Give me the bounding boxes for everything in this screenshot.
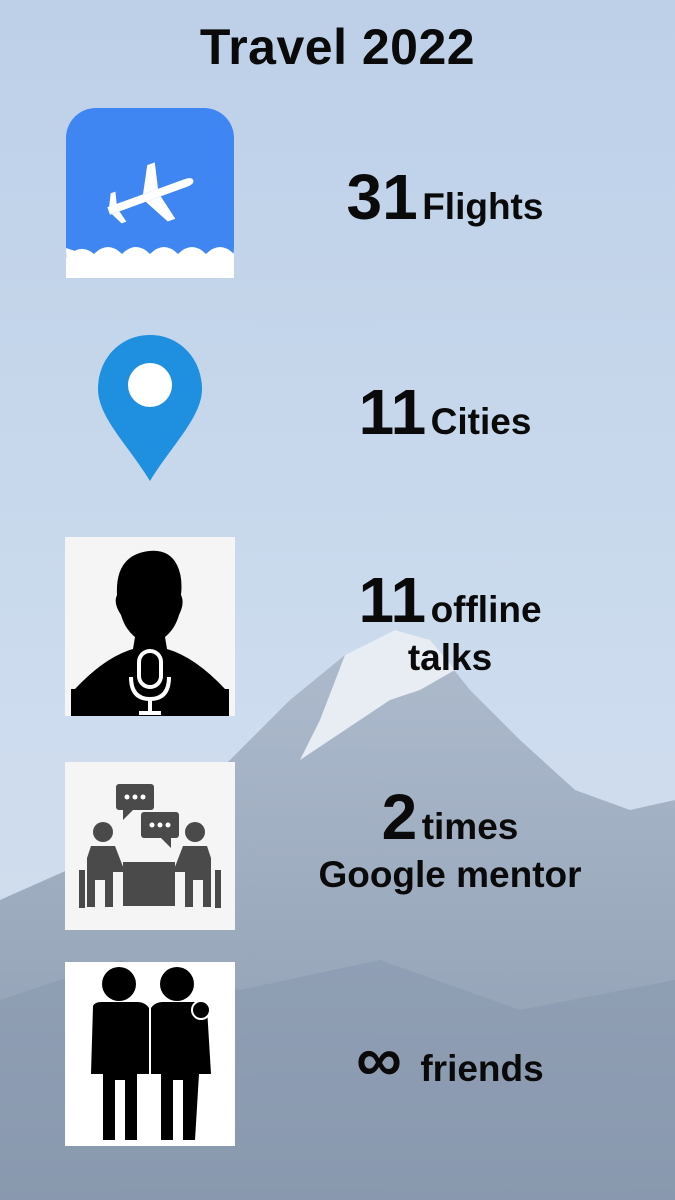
- airplane-icon: [66, 108, 234, 278]
- flights-stat: 31 Flights: [300, 160, 590, 234]
- talks-label-line2: talks: [407, 637, 493, 678]
- cities-stat: 11 Cities: [300, 375, 590, 449]
- cities-count: 11: [358, 376, 427, 448]
- talks-label: offline: [430, 589, 542, 630]
- page-title: Travel 2022: [199, 19, 476, 75]
- mentoring-meeting-icon: [65, 762, 235, 930]
- mentor-label: times: [421, 806, 519, 847]
- flights-count: 31: [346, 161, 418, 233]
- speaker-microphone-icon: [65, 537, 235, 716]
- friends-label: friends: [420, 1048, 544, 1089]
- friends-count: ∞: [356, 1023, 402, 1095]
- mentor-stat: 2 times Google mentor: [270, 780, 630, 896]
- friends-stat: ∞ friends: [300, 1022, 600, 1096]
- cities-label: Cities: [430, 401, 532, 442]
- mentor-count: 2: [381, 781, 418, 853]
- talks-stat: 11 offline talks: [300, 563, 600, 679]
- friends-icon: [65, 962, 235, 1146]
- talks-count: 11: [358, 564, 427, 636]
- mentor-label-line2: Google mentor: [318, 854, 582, 895]
- flights-label: Flights: [422, 186, 544, 227]
- location-pin-icon: [98, 335, 202, 481]
